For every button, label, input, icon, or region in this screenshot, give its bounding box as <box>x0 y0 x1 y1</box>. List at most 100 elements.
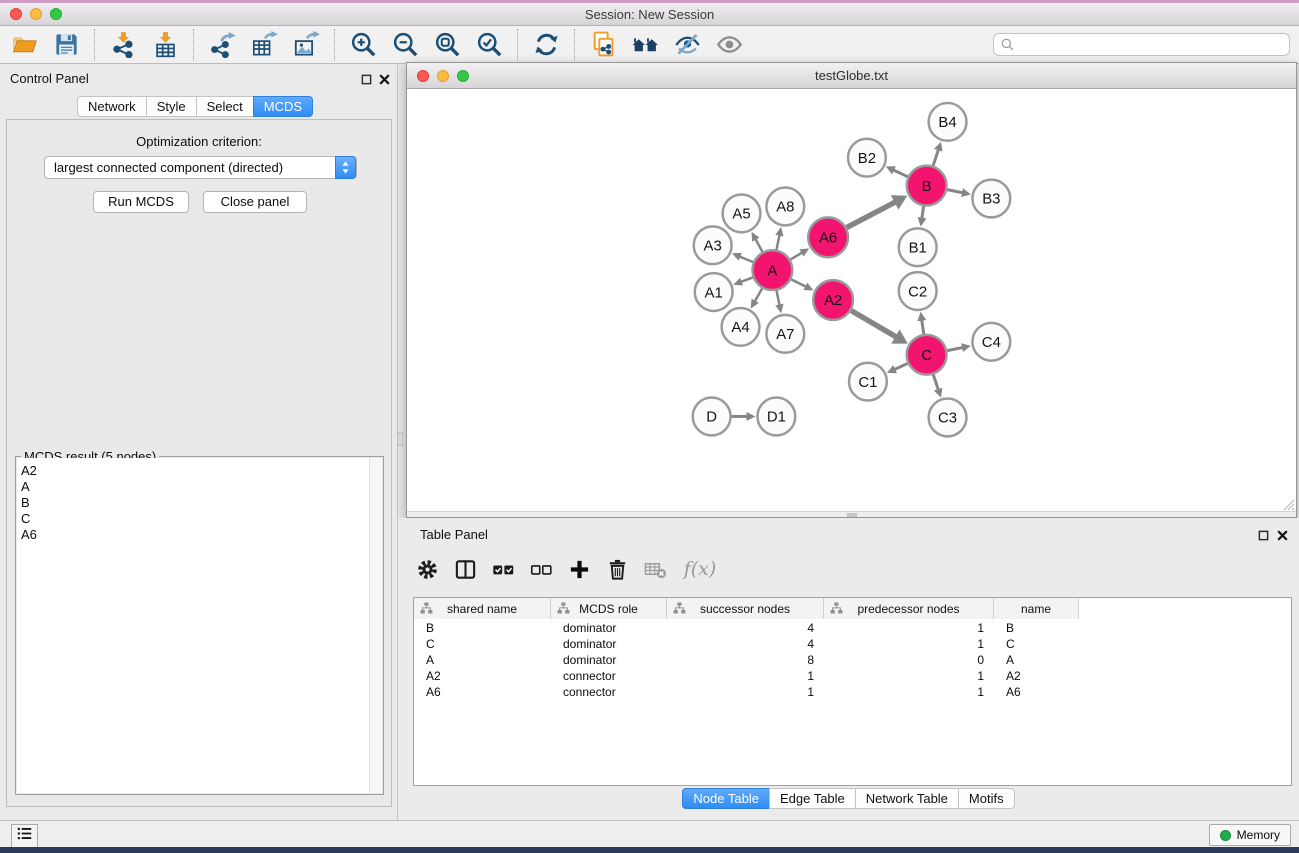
graph-edge-A2-C[interactable] <box>851 311 908 344</box>
graph-edge-A-A2[interactable] <box>791 279 813 290</box>
graph-node-A2[interactable]: A2 <box>813 280 853 320</box>
export-table-button[interactable] <box>248 29 280 61</box>
deselect-all-button[interactable] <box>522 551 560 587</box>
export-network-button[interactable] <box>206 29 238 61</box>
graph-node-B2[interactable]: B2 <box>848 139 886 177</box>
graph-node-D[interactable]: D <box>693 398 731 436</box>
network-canvas[interactable]: AA1A2A3A4A5A6A7A8BB1B2B3B4CC1C2C3C4DD1 <box>407 89 1296 511</box>
hide-selected-button[interactable] <box>671 29 703 61</box>
close-panel-button[interactable]: Close panel <box>203 191 307 213</box>
graph-node-C4[interactable]: C4 <box>972 323 1010 361</box>
close-panel-icon[interactable] <box>377 72 391 86</box>
save-button[interactable] <box>50 29 82 61</box>
mcds-result-item[interactable]: C <box>17 511 369 527</box>
tab-motifs[interactable]: Motifs <box>958 788 1015 809</box>
graph-edge-D-D1[interactable] <box>732 412 756 421</box>
zoom-in-button[interactable] <box>347 29 379 61</box>
graph-edge-B-B3[interactable] <box>947 188 971 197</box>
function-builder-button[interactable]: f(x) <box>674 551 726 587</box>
close-window-button[interactable] <box>10 8 22 20</box>
graph-node-B3[interactable]: B3 <box>972 180 1010 218</box>
open-file-button[interactable] <box>8 29 40 61</box>
graph-edge-A-A5[interactable] <box>752 232 763 252</box>
show-all-button[interactable] <box>713 29 745 61</box>
graph-edge-C-C3[interactable] <box>933 375 942 398</box>
table-row-A6[interactable]: A6connector11A6 <box>414 684 1291 700</box>
mcds-result-item[interactable]: A2 <box>17 463 369 479</box>
graph-edge-C-C4[interactable] <box>947 343 971 352</box>
graph-node-A5[interactable]: A5 <box>723 195 761 233</box>
graph-node-C[interactable]: C <box>907 335 947 375</box>
graph-node-C1[interactable]: C1 <box>849 363 887 401</box>
network-window-titlebar[interactable]: testGlobe.txt <box>407 63 1296 89</box>
graph-node-A4[interactable]: A4 <box>722 308 760 346</box>
split-columns-button[interactable] <box>446 551 484 587</box>
panel-divider-handle[interactable] <box>397 432 403 446</box>
graph-edge-A-A4[interactable] <box>751 288 762 308</box>
column-header-successor-nodes[interactable]: successor nodes <box>667 598 824 619</box>
tab-mcds[interactable]: MCDS <box>253 96 313 117</box>
graph-edge-B-B2[interactable] <box>886 166 908 176</box>
mcds-result-item[interactable]: A6 <box>17 527 369 543</box>
main-titlebar[interactable]: Session: New Session <box>0 3 1299 26</box>
graph-edge-B-B4[interactable] <box>933 142 942 166</box>
tab-network-table[interactable]: Network Table <box>855 788 959 809</box>
network-hscrollbar[interactable] <box>407 511 1296 517</box>
column-header-name[interactable]: name <box>994 598 1079 619</box>
column-header-shared-name[interactable]: shared name <box>414 598 551 619</box>
import-network-button[interactable] <box>107 29 139 61</box>
resize-grip-icon[interactable] <box>1283 498 1295 510</box>
column-header-predecessor-nodes[interactable]: predecessor nodes <box>824 598 994 619</box>
first-neighbors-button[interactable] <box>629 29 661 61</box>
table-row-C[interactable]: Cdominator41C <box>414 636 1291 652</box>
refresh-button[interactable] <box>530 29 562 61</box>
graph-edge-B-B1[interactable] <box>918 206 927 226</box>
clone-network-button[interactable] <box>587 29 619 61</box>
graph-node-A8[interactable]: A8 <box>766 188 804 226</box>
run-mcds-button[interactable]: Run MCDS <box>93 191 189 213</box>
table-row-B[interactable]: Bdominator41B <box>414 620 1291 636</box>
graph-edge-C-C1[interactable] <box>887 363 908 373</box>
graph-node-B1[interactable]: B1 <box>899 228 937 266</box>
network-close-button[interactable] <box>417 70 429 82</box>
graph-node-A3[interactable]: A3 <box>694 226 732 264</box>
table-row-A[interactable]: Adominator80A <box>414 652 1291 668</box>
graph-node-B[interactable]: B <box>907 166 947 206</box>
import-table-button[interactable] <box>149 29 181 61</box>
graph-edge-C-C2[interactable] <box>917 312 926 334</box>
tab-select[interactable]: Select <box>196 96 254 117</box>
zoom-fit-button[interactable] <box>431 29 463 61</box>
float-panel-icon[interactable] <box>359 72 373 86</box>
graph-edge-A6-B[interactable] <box>847 195 908 228</box>
graph-node-A1[interactable]: A1 <box>695 273 733 311</box>
tab-network[interactable]: Network <box>77 96 147 117</box>
delete-column-button[interactable] <box>598 551 636 587</box>
graph-edge-A-A8[interactable] <box>775 227 783 250</box>
zoom-out-button[interactable] <box>389 29 421 61</box>
zoom-selected-button[interactable] <box>473 29 505 61</box>
graph-edge-A-A3[interactable] <box>732 253 753 262</box>
select-all-button[interactable] <box>484 551 522 587</box>
add-column-button[interactable] <box>560 551 598 587</box>
gear-button[interactable] <box>408 551 446 587</box>
mcds-result-item[interactable]: A <box>17 479 369 495</box>
zoom-window-button[interactable] <box>50 8 62 20</box>
network-zoom-button[interactable] <box>457 70 469 82</box>
mcds-result-item[interactable]: B <box>17 495 369 511</box>
minimize-window-button[interactable] <box>30 8 42 20</box>
tab-node-table[interactable]: Node Table <box>682 788 770 809</box>
graph-node-D1[interactable]: D1 <box>757 398 795 436</box>
graph-node-C3[interactable]: C3 <box>929 399 967 437</box>
network-minimize-button[interactable] <box>437 70 449 82</box>
graph-edge-A-A1[interactable] <box>733 277 753 285</box>
tab-style[interactable]: Style <box>146 96 197 117</box>
graph-node-A6[interactable]: A6 <box>808 217 848 257</box>
table-close-panel-icon[interactable] <box>1275 528 1289 542</box>
graph-node-C2[interactable]: C2 <box>899 272 937 310</box>
graph-node-A7[interactable]: A7 <box>766 315 804 353</box>
criterion-dropdown[interactable]: largest connected component (directed) <box>44 156 357 179</box>
result-list-scrollbar[interactable] <box>369 458 382 793</box>
column-header-MCDS-role[interactable]: MCDS role <box>551 598 667 619</box>
graph-edge-A-A7[interactable] <box>775 291 783 314</box>
table-row-A2[interactable]: A2connector11A2 <box>414 668 1291 684</box>
